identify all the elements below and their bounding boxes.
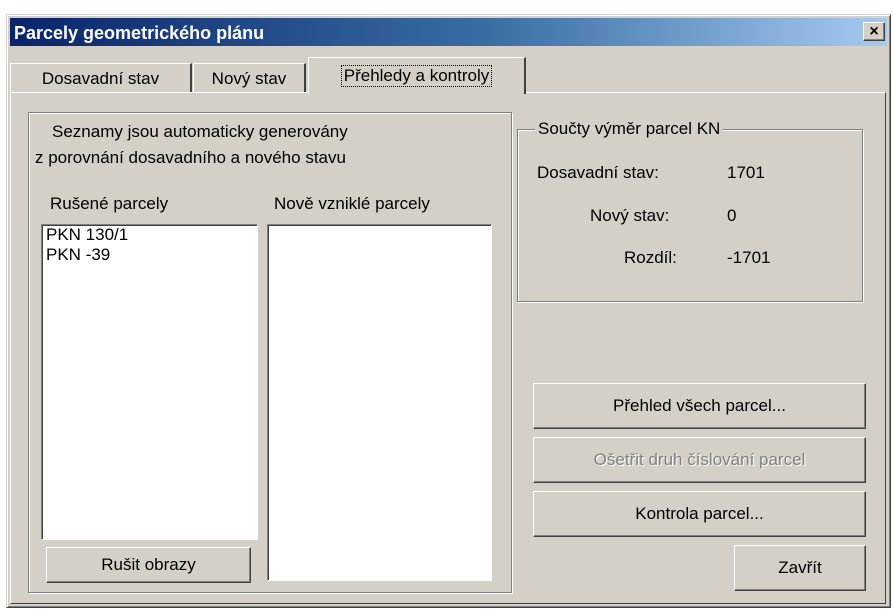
tab-prehledy-a-kontroly[interactable]: Přehledy a kontroly xyxy=(308,57,526,94)
parcel-numbering-button[interactable]: Ošetřit druh číslování parcel xyxy=(533,437,866,483)
tab-label: Dosavadní stav xyxy=(41,68,160,88)
window-title: Parcely geometrického plánu xyxy=(14,23,265,43)
check-parcels-button[interactable]: Kontrola parcel... xyxy=(533,491,866,537)
info-text-line1: Seznamy jsou automaticky generovány xyxy=(52,122,348,141)
list-item[interactable]: PKN -39 xyxy=(42,245,257,265)
sum-label-diff: Rozdíl: xyxy=(624,248,677,267)
tab-label: Přehledy a kontroly xyxy=(340,65,493,87)
title-bar[interactable]: Parcely geometrického plánu × xyxy=(10,18,887,46)
new-parcels-list[interactable] xyxy=(267,224,492,581)
overview-all-parcels-button[interactable]: Přehled všech parcel... xyxy=(533,383,866,429)
sums-group xyxy=(517,129,863,302)
tab-panel: Seznamy jsou automaticky generovány z po… xyxy=(10,92,886,604)
close-button[interactable]: Zavřít xyxy=(734,545,866,591)
sum-label-old: Dosavadní stav: xyxy=(537,163,659,182)
tab-novy-stav[interactable]: Nový stav xyxy=(193,63,306,93)
close-icon[interactable]: × xyxy=(863,22,885,41)
sum-value-old: 1701 xyxy=(727,163,765,182)
cancelled-parcels-label: Rušené parcely xyxy=(50,194,169,213)
cancelled-parcels-list[interactable]: PKN 130/1 PKN -39 xyxy=(41,224,258,540)
sum-value-diff: -1701 xyxy=(727,248,771,267)
cancel-images-button[interactable]: Rušit obrazy xyxy=(46,547,251,583)
dialog-window: Parcely geometrického plánu × Dosavadní … xyxy=(6,14,891,608)
sum-value-new: 0 xyxy=(727,206,737,225)
info-text-line2: z porovnání dosavadního a nového stavu xyxy=(35,148,346,167)
sums-group-title: Součty výměr parcel KN xyxy=(535,119,724,139)
new-parcels-label: Nově vzniklé parcely xyxy=(274,194,430,213)
list-item[interactable]: PKN 130/1 xyxy=(42,225,257,245)
tab-dosavadni-stav[interactable]: Dosavadní stav xyxy=(10,63,192,93)
sum-label-new: Nový stav: xyxy=(590,206,670,225)
tab-label: Nový stav xyxy=(211,68,287,88)
